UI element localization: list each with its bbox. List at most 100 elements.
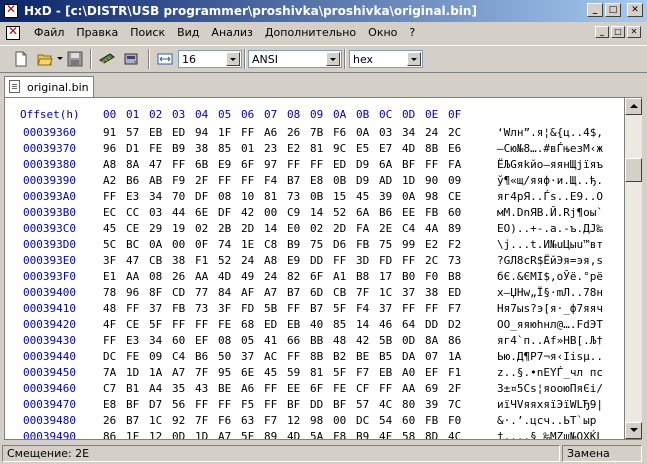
menu-edit[interactable]: Правка — [70, 26, 124, 39]
hex-byte[interactable]: 90 — [425, 174, 440, 187]
hex-byte[interactable]: F1 — [448, 366, 463, 379]
row-text[interactable]: \ј...t.И№uЦыu™вт — [497, 238, 603, 251]
hex-byte[interactable]: 7B — [310, 126, 325, 139]
hex-byte[interactable]: 75 — [310, 238, 325, 251]
hex-byte[interactable]: 45 — [103, 222, 118, 235]
open-dropdown-arrow[interactable] — [57, 57, 63, 60]
hex-byte[interactable]: F8 — [333, 430, 348, 439]
hex-byte[interactable]: 37 — [241, 350, 256, 363]
hex-byte[interactable]: FB — [172, 302, 187, 315]
hex-byte[interactable]: FF — [402, 302, 417, 315]
hex-byte[interactable]: 60 — [172, 334, 187, 347]
hex-byte[interactable]: 7A — [103, 366, 118, 379]
hex-byte[interactable]: AF — [241, 286, 256, 299]
hex-byte[interactable]: DC — [103, 350, 118, 363]
hex-byte[interactable]: 47 — [149, 158, 164, 171]
hex-byte[interactable]: FF — [103, 334, 118, 347]
hex-byte[interactable]: 57 — [356, 398, 371, 411]
hex-byte[interactable]: B6 — [126, 174, 141, 187]
hex-byte[interactable]: 42 — [241, 206, 256, 219]
hex-byte[interactable]: 35 — [172, 382, 187, 395]
hex-byte[interactable]: DD — [310, 254, 325, 267]
row-text[interactable]: &·.’.цcч..ЬT`ыр — [497, 414, 596, 427]
hex-byte[interactable]: CE — [126, 318, 141, 331]
hex-byte[interactable]: 96 — [126, 286, 141, 299]
hex-byte[interactable]: E1 — [103, 270, 118, 283]
hex-byte[interactable]: 59 — [287, 366, 302, 379]
hex-byte[interactable]: 4A — [425, 222, 440, 235]
menu-view[interactable]: Вид — [171, 26, 205, 39]
hex-byte[interactable]: FE — [149, 142, 164, 155]
hex-byte[interactable]: 4F — [379, 430, 394, 439]
hex-byte[interactable]: 6E — [195, 206, 210, 219]
hex-byte[interactable]: 2D — [333, 222, 348, 235]
hex-byte[interactable]: 0A — [356, 126, 371, 139]
hex-byte[interactable]: 4D — [402, 142, 417, 155]
hex-byte[interactable]: 8B — [310, 350, 325, 363]
hex-byte[interactable]: A6 — [264, 126, 279, 139]
charset-combo[interactable]: ANSI — [248, 50, 342, 68]
hex-byte[interactable]: E3 — [126, 190, 141, 203]
hex-byte[interactable]: 78 — [103, 286, 118, 299]
hex-byte[interactable]: 44 — [172, 206, 187, 219]
row-text[interactable]: З±¤5Cѕ¦яоoюПяЄi/ — [497, 382, 603, 395]
hex-byte[interactable]: B7 — [287, 174, 302, 187]
hex-byte[interactable]: 2F — [448, 382, 463, 395]
hex-byte[interactable]: CF — [356, 382, 371, 395]
hex-byte[interactable]: B7 — [287, 286, 302, 299]
hex-byte[interactable]: FE — [333, 382, 348, 395]
hex-byte[interactable]: DD — [425, 318, 440, 331]
hex-byte[interactable]: B5 — [379, 350, 394, 363]
charset-dropdown-icon[interactable] — [326, 52, 340, 66]
hex-byte[interactable]: F0 — [425, 270, 440, 283]
hex-byte[interactable]: 39 — [379, 190, 394, 203]
hex-byte[interactable]: 6A — [379, 158, 394, 171]
row-text[interactable]: ЁЉGяkйo—яянЩjїяъ — [497, 158, 603, 171]
hex-byte[interactable]: A4 — [149, 382, 164, 395]
hex-byte[interactable]: ED — [172, 126, 187, 139]
hex-byte[interactable]: EC — [103, 206, 118, 219]
hex-byte[interactable]: 42 — [356, 334, 371, 347]
hex-byte[interactable]: FF — [241, 174, 256, 187]
hex-byte[interactable]: 68 — [241, 318, 256, 331]
hex-byte[interactable]: FB — [425, 414, 440, 427]
hex-byte[interactable]: DD — [310, 398, 325, 411]
scroll-thumb[interactable] — [625, 158, 642, 182]
hex-byte[interactable]: EB — [149, 126, 164, 139]
hex-byte[interactable]: BF — [402, 158, 417, 171]
hex-byte[interactable]: B8 — [356, 270, 371, 283]
hex-byte[interactable]: EE — [402, 206, 417, 219]
menu-file[interactable]: Файл — [28, 26, 70, 39]
hex-byte[interactable]: 73 — [287, 190, 302, 203]
hex-byte[interactable]: D1 — [126, 142, 141, 155]
row-text[interactable]: x–ЏНw„Ї§·mЛ..78н — [497, 286, 603, 299]
hxd-app-icon[interactable] — [4, 2, 18, 18]
row-text[interactable]: яг4`п..Af»HB[.Љ† — [497, 334, 603, 347]
hex-byte[interactable]: 95 — [218, 366, 233, 379]
hex-byte[interactable]: 07 — [425, 350, 440, 363]
hex-byte[interactable]: 82 — [287, 270, 302, 283]
hex-byte[interactable]: EB — [287, 318, 302, 331]
hex-byte[interactable]: 0A — [149, 238, 164, 251]
hex-byte[interactable]: 1F — [218, 126, 233, 139]
hex-byte[interactable]: EE — [287, 382, 302, 395]
hex-byte[interactable]: 14 — [310, 206, 325, 219]
hex-byte[interactable]: FF — [172, 318, 187, 331]
hex-byte[interactable]: 69 — [425, 382, 440, 395]
hex-byte[interactable]: F6 — [333, 126, 348, 139]
hex-byte[interactable]: 6B — [195, 158, 210, 171]
hex-byte[interactable]: FA — [356, 222, 371, 235]
hex-byte[interactable]: 66 — [287, 334, 302, 347]
hex-byte[interactable]: 37 — [149, 302, 164, 315]
hex-byte[interactable]: DA — [402, 350, 417, 363]
row-text[interactable]: ‘Wлн”.я¦&{ц..4$, — [497, 126, 603, 139]
hex-byte[interactable]: 98 — [310, 414, 325, 427]
hex-byte[interactable]: FF — [425, 302, 440, 315]
hex-byte[interactable]: 38 — [425, 286, 440, 299]
hex-byte[interactable]: 37 — [379, 302, 394, 315]
row-text[interactable]: бЄ.&ЄMI$‚oЎё.°рё — [497, 270, 603, 283]
hex-byte[interactable]: B6 — [379, 206, 394, 219]
hex-byte[interactable]: 85 — [218, 142, 233, 155]
hex-byte[interactable]: 5C — [103, 238, 118, 251]
hex-byte[interactable]: 7C — [448, 398, 463, 411]
